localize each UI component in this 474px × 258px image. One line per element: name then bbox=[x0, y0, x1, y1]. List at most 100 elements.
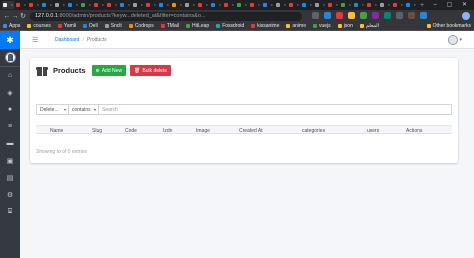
extension-icon[interactable] bbox=[312, 12, 319, 19]
bookmark-item[interactable]: Snclt bbox=[104, 23, 122, 29]
browser-tab[interactable]: × bbox=[2, 1, 14, 9]
browser-profile-icon[interactable] bbox=[462, 12, 470, 20]
browser-tab[interactable]: × bbox=[392, 1, 404, 9]
browser-tab[interactable]: × bbox=[327, 1, 339, 9]
column-header-users[interactable]: users bbox=[367, 128, 379, 134]
bookmark-item[interactable]: TMail bbox=[160, 23, 179, 29]
browser-tab[interactable]: × bbox=[262, 1, 274, 9]
new-tab-button[interactable]: + bbox=[420, 2, 424, 9]
close-icon[interactable]: × bbox=[24, 3, 26, 7]
extension-icon[interactable] bbox=[372, 12, 379, 19]
close-icon[interactable]: × bbox=[50, 3, 52, 7]
browser-tab[interactable]: × bbox=[106, 1, 118, 9]
bookmark-item[interactable]: المعلم bbox=[359, 23, 379, 29]
close-icon[interactable]: × bbox=[11, 3, 13, 7]
browser-tab[interactable]: × bbox=[340, 1, 352, 9]
reload-icon[interactable]: ↻ bbox=[19, 12, 27, 20]
close-icon[interactable]: × bbox=[323, 3, 325, 7]
close-icon[interactable]: × bbox=[258, 3, 260, 7]
browser-tab[interactable]: × bbox=[67, 1, 79, 9]
breadcrumb-dashboard-link[interactable]: Dashboard bbox=[55, 37, 79, 43]
bookmark-item[interactable]: kissanime bbox=[251, 23, 279, 29]
browser-tab[interactable]: × bbox=[15, 1, 27, 9]
browser-tab[interactable]: × bbox=[314, 1, 326, 9]
other-bookmarks[interactable]: Other bookmarks bbox=[426, 23, 471, 29]
browser-tab[interactable]: × bbox=[80, 1, 92, 9]
close-icon[interactable]: × bbox=[89, 3, 91, 7]
close-icon[interactable]: × bbox=[362, 3, 364, 7]
close-icon[interactable]: × bbox=[245, 3, 247, 7]
bookmark-item[interactable]: HitLeap bbox=[185, 23, 209, 29]
close-icon[interactable]: × bbox=[297, 3, 299, 7]
extension-icon[interactable] bbox=[360, 12, 367, 19]
column-header-izdn[interactable]: Izdn bbox=[163, 128, 172, 134]
filter-operator-select[interactable]: contains ▾ bbox=[69, 105, 99, 114]
bookmark-item[interactable]: courses bbox=[27, 23, 51, 29]
browser-tab[interactable]: × bbox=[405, 1, 417, 9]
column-header-created-at[interactable]: Created At bbox=[239, 128, 263, 134]
box-icon[interactable]: ▣ bbox=[0, 152, 20, 169]
filter-field-select[interactable]: Delete... ▾ bbox=[37, 105, 69, 114]
close-icon[interactable]: × bbox=[76, 3, 78, 7]
close-icon[interactable]: × bbox=[128, 3, 130, 7]
forward-icon[interactable]: → bbox=[11, 13, 19, 20]
browser-tab[interactable]: × bbox=[210, 1, 222, 9]
browser-tab[interactable]: × bbox=[353, 1, 365, 9]
close-icon[interactable]: × bbox=[141, 3, 143, 7]
browser-tab[interactable]: × bbox=[249, 1, 261, 9]
close-icon[interactable]: × bbox=[180, 3, 182, 7]
menu-toggle-icon[interactable]: ☰ bbox=[32, 36, 38, 44]
extension-icon[interactable] bbox=[420, 12, 427, 19]
search-input[interactable]: Search bbox=[99, 105, 451, 114]
image-icon[interactable]: ▤ bbox=[0, 169, 20, 186]
home-icon[interactable]: ⌂ bbox=[0, 67, 20, 84]
browser-tab[interactable]: × bbox=[93, 1, 105, 9]
browser-tab[interactable]: × bbox=[132, 1, 144, 9]
extension-icon[interactable] bbox=[384, 12, 391, 19]
back-icon[interactable]: ← bbox=[3, 13, 11, 20]
bookmark-item[interactable]: Apps bbox=[3, 23, 20, 29]
close-icon[interactable]: × bbox=[271, 3, 273, 7]
browser-tab[interactable]: × bbox=[119, 1, 131, 9]
close-icon[interactable]: × bbox=[154, 3, 156, 7]
window-controls[interactable]: – ▢ ✕ bbox=[434, 1, 471, 8]
user-shield-icon[interactable]: ◈ bbox=[0, 84, 20, 101]
browser-tab[interactable]: × bbox=[379, 1, 391, 9]
close-icon[interactable]: × bbox=[206, 3, 208, 7]
close-icon[interactable]: × bbox=[219, 3, 221, 7]
browser-tab[interactable]: × bbox=[275, 1, 287, 9]
close-icon[interactable]: × bbox=[63, 3, 65, 7]
bookmark-item[interactable]: Codrops bbox=[128, 23, 154, 29]
browser-tab[interactable]: × bbox=[197, 1, 209, 9]
bookmark-item[interactable]: Yamli bbox=[57, 23, 76, 29]
gift-icon[interactable]: ⌺ bbox=[0, 203, 20, 220]
column-header-name[interactable]: Name bbox=[50, 128, 63, 134]
browser-tab[interactable]: × bbox=[41, 1, 53, 9]
close-icon[interactable]: × bbox=[336, 3, 338, 7]
close-icon[interactable]: × bbox=[310, 3, 312, 7]
bookmark-item[interactable]: json bbox=[337, 23, 353, 29]
browser-tab[interactable]: × bbox=[171, 1, 183, 9]
extension-icon[interactable] bbox=[396, 12, 403, 19]
column-header-slug[interactable]: Slug bbox=[92, 128, 102, 134]
close-icon[interactable]: × bbox=[284, 3, 286, 7]
close-icon[interactable]: × bbox=[401, 3, 403, 7]
settings-icon[interactable]: ⚙ bbox=[0, 186, 20, 203]
column-header-image[interactable]: Image bbox=[196, 128, 210, 134]
extension-icon[interactable] bbox=[348, 12, 355, 19]
close-icon[interactable]: × bbox=[414, 3, 416, 7]
close-icon[interactable]: × bbox=[375, 3, 377, 7]
user-menu[interactable]: ▾ bbox=[448, 35, 462, 45]
column-header-categories[interactable]: categories bbox=[302, 128, 325, 134]
url-field[interactable]: 127.0.0.1:8000/admin/products?keyw...del… bbox=[30, 11, 302, 21]
close-icon[interactable]: × bbox=[193, 3, 195, 7]
bookmark-item[interactable]: Fossdroid bbox=[216, 23, 244, 29]
close-icon[interactable]: × bbox=[388, 3, 390, 7]
sidebar-user[interactable] bbox=[0, 49, 20, 67]
browser-tab[interactable]: × bbox=[145, 1, 157, 9]
browser-tab[interactable]: × bbox=[366, 1, 378, 9]
close-icon[interactable]: × bbox=[349, 3, 351, 7]
extension-icon[interactable] bbox=[408, 12, 415, 19]
browser-tab[interactable]: × bbox=[301, 1, 313, 9]
close-icon[interactable]: × bbox=[115, 3, 117, 7]
